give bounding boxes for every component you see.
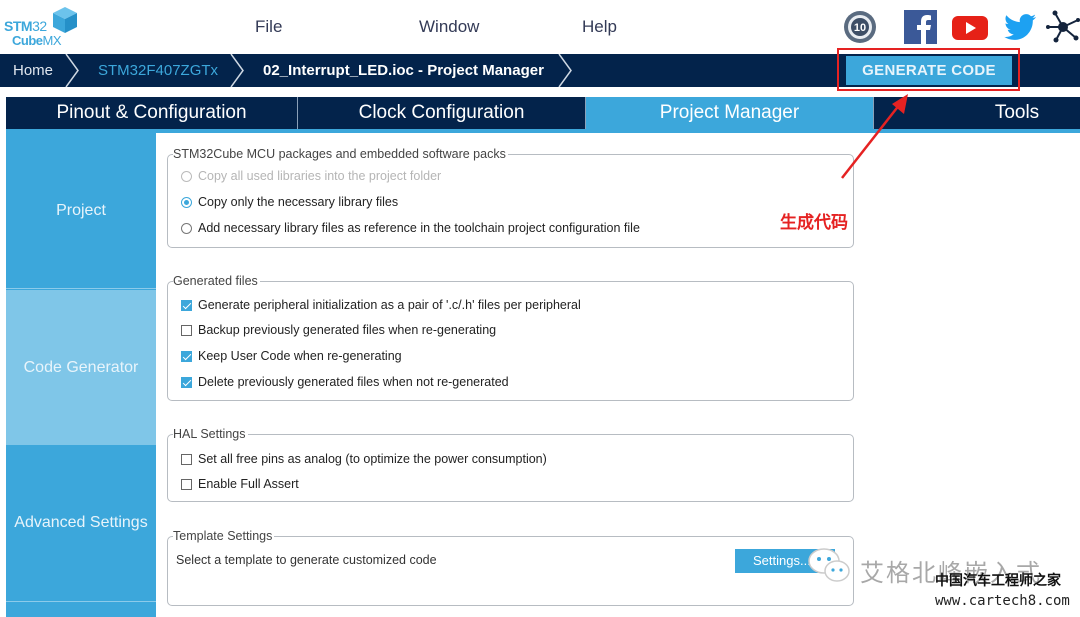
- logo-text-cubemx: CubeMX: [12, 33, 61, 48]
- tab-tools[interactable]: Tools: [874, 97, 1080, 129]
- watermark-site-url: www.cartech8.com: [935, 593, 1070, 609]
- checkbox-icon: [181, 478, 192, 490]
- option-label: Copy all used libraries into the project…: [198, 169, 442, 183]
- checkbox-enable-full-assert[interactable]: Enable Full Assert: [181, 477, 299, 491]
- anniversary-10-badge-icon[interactable]: 10: [843, 10, 877, 44]
- group-title: Generated files: [173, 274, 260, 288]
- network-icon[interactable]: [1046, 10, 1080, 44]
- option-label: Copy only the necessary library files: [198, 195, 399, 209]
- sidebar-item-code-generator[interactable]: Code Generator: [6, 290, 156, 445]
- top-menu-bar: STM32 CubeMX File Window Help 10: [0, 0, 1080, 54]
- group-title: STM32Cube MCU packages and embedded soft…: [173, 147, 508, 161]
- cube-logo-icon: [53, 7, 77, 33]
- checkbox-delete-previous-files[interactable]: Delete previously generated files when n…: [181, 375, 509, 389]
- radio-add-library-reference[interactable]: Add necessary library files as reference…: [181, 221, 640, 235]
- svg-text:10: 10: [854, 22, 866, 34]
- sidebar-divider: [6, 288, 156, 289]
- menu-file[interactable]: File: [255, 17, 282, 37]
- breadcrumb-home[interactable]: Home: [13, 62, 53, 79]
- option-label: Keep User Code when re-generating: [198, 349, 402, 363]
- packages-group: STM32Cube MCU packages and embedded soft…: [167, 147, 854, 248]
- main-tabs: Pinout & Configuration Clock Configurati…: [6, 97, 1080, 129]
- hal-settings-group: HAL Settings Set all free pins as analog…: [167, 427, 854, 502]
- option-label: Enable Full Assert: [198, 477, 299, 491]
- tab-clock-configuration[interactable]: Clock Configuration: [298, 97, 586, 129]
- menu-window[interactable]: Window: [419, 17, 479, 37]
- template-settings-group: Template Settings Select a template to g…: [167, 529, 854, 606]
- option-label: Set all free pins as analog (to optimize…: [198, 452, 547, 466]
- breadcrumb-chevron-icon: [558, 54, 572, 87]
- sidebar-item-label: Advanced Settings: [14, 514, 148, 531]
- radio-copy-necessary-libraries[interactable]: Copy only the necessary library files: [181, 195, 398, 209]
- radio-button-icon: [181, 222, 192, 234]
- sidebar-item-project[interactable]: Project: [6, 133, 156, 288]
- sidebar: Project Code Generator Advanced Settings: [6, 133, 156, 617]
- option-label: Delete previously generated files when n…: [198, 375, 509, 389]
- active-tab-strip: [6, 129, 1080, 133]
- annotation-label: 生成代码: [780, 213, 848, 232]
- option-label: Generate peripheral initialization as a …: [198, 298, 581, 312]
- checkbox-backup-generated-files[interactable]: Backup previously generated files when r…: [181, 323, 496, 337]
- checkbox-keep-user-code[interactable]: Keep User Code when re-generating: [181, 349, 402, 363]
- breadcrumb-chevron-icon: [230, 54, 244, 87]
- sidebar-item-label: Project: [56, 201, 106, 219]
- stm32cubemx-logo: STM32 CubeMX: [4, 6, 84, 50]
- menu-help[interactable]: Help: [582, 17, 617, 37]
- tab-project-manager[interactable]: Project Manager: [586, 97, 874, 129]
- tab-pinout-configuration[interactable]: Pinout & Configuration: [6, 97, 298, 129]
- radio-button-icon: [181, 170, 192, 182]
- generate-code-button[interactable]: GENERATE CODE: [846, 56, 1012, 85]
- watermark-site-name: 中国汽车工程师之家: [935, 573, 1061, 589]
- twitter-icon[interactable]: [1003, 10, 1037, 44]
- checkbox-checked-icon: [181, 376, 192, 388]
- wechat-icon: [808, 548, 850, 582]
- facebook-icon[interactable]: [904, 10, 937, 44]
- checkbox-icon: [181, 453, 192, 465]
- group-title: HAL Settings: [173, 427, 248, 441]
- sidebar-item-label: Code Generator: [23, 358, 139, 376]
- group-title: Template Settings: [173, 529, 275, 543]
- youtube-icon[interactable]: [952, 10, 988, 44]
- checkbox-checked-icon: [181, 299, 192, 311]
- template-description: Select a template to generate customized…: [176, 553, 437, 567]
- checkbox-checked-icon: [181, 350, 192, 362]
- checkbox-icon: [181, 324, 192, 336]
- logo-text-stm32: STM32: [4, 18, 47, 34]
- breadcrumb-mcu[interactable]: STM32F407ZGTx: [98, 62, 218, 79]
- sidebar-item-advanced-settings[interactable]: Advanced Settings: [6, 445, 156, 601]
- option-label: Backup previously generated files when r…: [198, 323, 497, 337]
- radio-copy-all-libraries[interactable]: Copy all used libraries into the project…: [181, 169, 441, 183]
- checkbox-free-pins-analog[interactable]: Set all free pins as analog (to optimize…: [181, 452, 547, 466]
- generated-files-group: Generated files Generate peripheral init…: [167, 274, 854, 401]
- breadcrumb-project[interactable]: 02_Interrupt_LED.ioc - Project Manager: [263, 62, 544, 79]
- sidebar-divider: [6, 601, 156, 602]
- breadcrumb-chevron-icon: [65, 54, 79, 87]
- radio-button-selected-icon: [181, 196, 192, 208]
- option-label: Add necessary library files as reference…: [198, 221, 640, 235]
- checkbox-generate-peripheral-pair[interactable]: Generate peripheral initialization as a …: [181, 298, 581, 312]
